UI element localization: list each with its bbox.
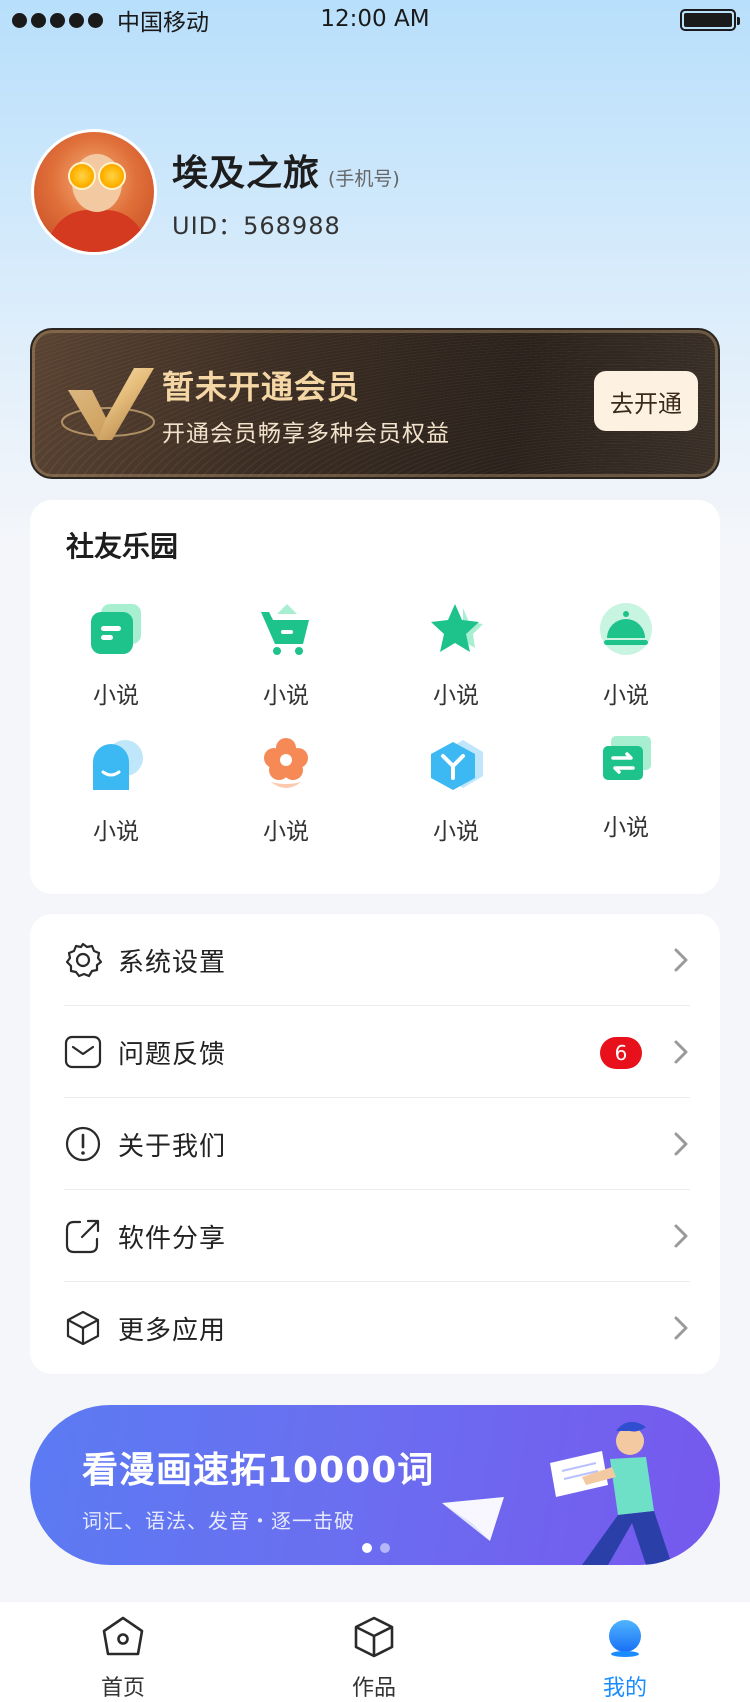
profile-page: 中国移动 12:00 AM 埃及之旅 (手机号) UID：568988 暂未开通… (0, 0, 750, 1702)
flower-icon (264, 738, 308, 788)
promo-banner[interactable]: 看漫画速拓10000词 词汇、语法、发音・逐一击破 (30, 1405, 720, 1565)
carrier-name: 中国移动 (117, 10, 209, 36)
menu-item-more-apps[interactable]: 更多应用 (64, 1282, 720, 1374)
profile-phone-hint: (手机号) (328, 167, 400, 190)
vip-title: 暂未开通会员 (162, 368, 361, 406)
battery-icon (680, 9, 740, 31)
menu-item-label: 关于我们 (118, 1131, 227, 1162)
menu-item-label: 更多应用 (118, 1315, 227, 1346)
user-chat-icon (93, 740, 143, 790)
menu-item-feedback[interactable]: 问题反馈 6 (64, 1006, 720, 1098)
community-item-label: 小说 (603, 683, 649, 709)
vip-banner[interactable]: 暂未开通会员 开通会员畅享多种会员权益 去开通 (30, 328, 720, 479)
community-item-4[interactable]: 小说 (566, 600, 686, 710)
community-item-2[interactable]: 小说 (226, 600, 346, 710)
box-icon (354, 1616, 394, 1658)
tab-label: 首页 (100, 1676, 145, 1701)
community-title: 社友乐园 (66, 530, 179, 563)
profile-uid: UID：568988 (172, 211, 341, 240)
status-bar: 中国移动 12:00 AM (0, 0, 750, 40)
tab-works[interactable]: 作品 (314, 1614, 434, 1702)
profile-dot-icon (609, 1620, 641, 1657)
promo-title: 看漫画速拓10000词 (82, 1450, 435, 1491)
community-item-label: 小说 (263, 819, 309, 845)
tab-home[interactable]: 首页 (63, 1614, 183, 1702)
carousel-indicator[interactable] (362, 1543, 390, 1553)
vip-v-badge-icon (61, 368, 155, 440)
chevron-right-icon (674, 1040, 688, 1064)
community-item-label: 小说 (93, 683, 139, 709)
community-item-label: 小说 (433, 683, 479, 709)
community-item-8[interactable]: 小说 (566, 732, 686, 842)
community-item-label: 小说 (433, 819, 479, 845)
profile-name: 埃及之旅 (172, 152, 321, 194)
info-circle-icon (65, 1126, 101, 1162)
vip-subtitle: 开通会员畅享多种会员权益 (162, 421, 450, 447)
shopping-cart-icon (261, 604, 309, 655)
community-item-label: 小说 (263, 683, 309, 709)
menu-item-label: 问题反馈 (118, 1039, 227, 1070)
signal-icon (12, 12, 103, 28)
chevron-right-icon (674, 948, 688, 972)
chevron-right-icon (674, 1316, 688, 1340)
chevron-right-icon (674, 1132, 688, 1156)
menu-item-about[interactable]: 关于我们 (64, 1098, 720, 1190)
menu-item-label: 系统设置 (118, 947, 227, 978)
community-item-1[interactable]: 小说 (56, 600, 176, 710)
tab-mine[interactable]: 我的 (565, 1614, 685, 1702)
community-item-label: 小说 (603, 815, 649, 841)
community-item-6[interactable]: 小说 (226, 736, 346, 846)
community-item-3[interactable]: 小说 (396, 600, 516, 710)
chevron-right-icon (674, 1224, 688, 1248)
hexagon-y-icon (431, 740, 483, 790)
community-card: 社友乐园 小说 小说 小说 小说 小说 小说 小说 小说 (30, 500, 720, 894)
exchange-ticket-icon (603, 736, 651, 780)
gear-icon (65, 942, 102, 978)
promo-subtitle: 词汇、语法、发音・逐一击破 (82, 1509, 355, 1533)
mail-icon (64, 1035, 102, 1069)
chat-bubble-icon (91, 604, 141, 654)
feedback-count-badge: 6 (600, 1037, 642, 1069)
status-time: 12:00 AM (320, 6, 430, 32)
tab-bar: 首页 作品 我的 (0, 1602, 750, 1702)
share-icon (65, 1219, 100, 1254)
community-item-7[interactable]: 小说 (396, 736, 516, 846)
menu-item-settings[interactable]: 系统设置 (64, 914, 720, 1006)
avatar[interactable] (31, 129, 157, 255)
community-item-5[interactable]: 小说 (56, 736, 176, 846)
open-vip-button[interactable]: 去开通 (594, 371, 698, 431)
profile-header[interactable]: 埃及之旅 (手机号) UID：568988 (31, 129, 400, 255)
community-item-label: 小说 (93, 819, 139, 845)
reading-person-illustration (442, 1421, 672, 1565)
star-icon (431, 604, 483, 652)
cube-icon (66, 1310, 100, 1346)
home-icon (102, 1616, 144, 1656)
tab-label: 我的 (602, 1676, 647, 1701)
service-bell-icon (600, 603, 652, 655)
tab-label: 作品 (351, 1676, 396, 1701)
menu-item-label: 软件分享 (118, 1223, 227, 1254)
menu-item-share[interactable]: 软件分享 (64, 1190, 720, 1282)
menu-card: 系统设置 问题反馈 6 关于我们 软件分享 更多应用 (30, 914, 720, 1374)
profile-info: 埃及之旅 (手机号) UID：568988 (172, 144, 400, 241)
